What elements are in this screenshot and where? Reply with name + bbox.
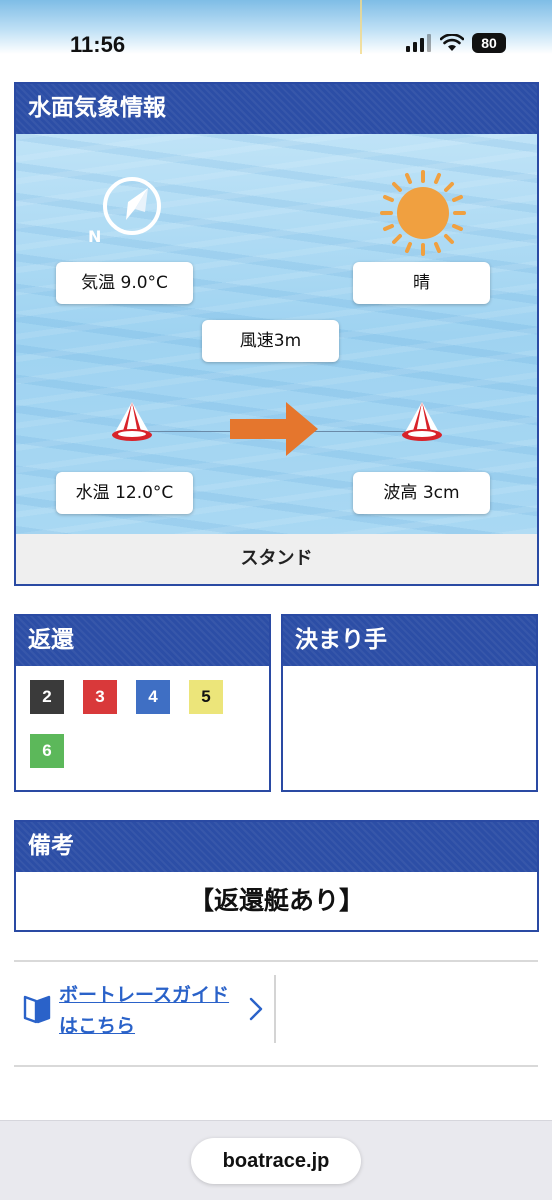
air-temperature: 気温 9.0°C (56, 262, 193, 304)
weather-panel-title: 水面気象情報 (16, 84, 537, 134)
status-bar-divider (360, 0, 362, 54)
winning-technique-panel: 決まり手 (281, 614, 538, 792)
wind-direction-arrow-icon (230, 402, 318, 456)
signal-icon (406, 34, 431, 52)
page: 11:56 80 水面気象情報 N 気温 9.0°C 晴 風速3m 水温 12.… (0, 0, 552, 1200)
weather-condition: 晴 (353, 262, 490, 304)
status-time: 11:56 (70, 32, 126, 57)
left-buoy-icon (112, 402, 152, 441)
notes-text: 【返還艇あり】 (188, 886, 364, 915)
water-surface: N 気温 9.0°C 晴 風速3m 水温 12.0°C 波高 3cm (16, 134, 537, 534)
sunny-weather-icon (380, 170, 466, 256)
returned-boat-badge: 4 (136, 680, 170, 714)
returned-boat-badge: 2 (30, 680, 64, 714)
returned-boat-badge: 6 (30, 734, 64, 768)
water-temperature: 水温 12.0°C (56, 472, 193, 514)
guide-separator (274, 975, 276, 1043)
right-buoy-icon (402, 402, 442, 441)
guide-link-line1: ボートレースガイド (59, 984, 230, 1006)
divider-bottom (14, 1065, 538, 1067)
returned-boats-panel: 返還 2 3 4 5 6 (14, 614, 271, 792)
wifi-icon (440, 34, 464, 51)
returned-boat-badge: 5 (189, 680, 223, 714)
weather-panel: 水面気象情報 N 気温 9.0°C 晴 風速3m 水温 12.0°C 波高 3c… (14, 82, 539, 586)
browser-bottom-bar: boatrace.jp (0, 1120, 552, 1200)
divider-top (14, 960, 538, 962)
guide-link-line2: はこちら (59, 1015, 136, 1037)
compass-north-label: N (88, 227, 102, 246)
stand-label: スタンド (16, 534, 537, 584)
wind-speed: 風速3m (202, 320, 339, 362)
notes-title: 備考 (16, 822, 537, 872)
battery-indicator: 80 (472, 33, 506, 53)
boatrace-guide-link[interactable]: ボートレースガイド はこちら (22, 978, 272, 1048)
returned-boat-badge: 3 (83, 680, 117, 714)
notes-panel: 備考 【返還艇あり】 (14, 820, 539, 932)
wave-height: 波高 3cm (353, 472, 490, 514)
guide-link-text[interactable]: ボートレースガイド はこちら (59, 980, 249, 1042)
returned-boats-title: 返還 (16, 616, 269, 666)
book-icon (23, 995, 51, 1024)
address-bar[interactable]: boatrace.jp (191, 1138, 361, 1184)
status-icons: 80 (406, 33, 506, 53)
status-bar: 11:56 80 (0, 0, 552, 57)
winning-technique-title: 決まり手 (283, 616, 536, 666)
chevron-right-icon (249, 997, 263, 1021)
